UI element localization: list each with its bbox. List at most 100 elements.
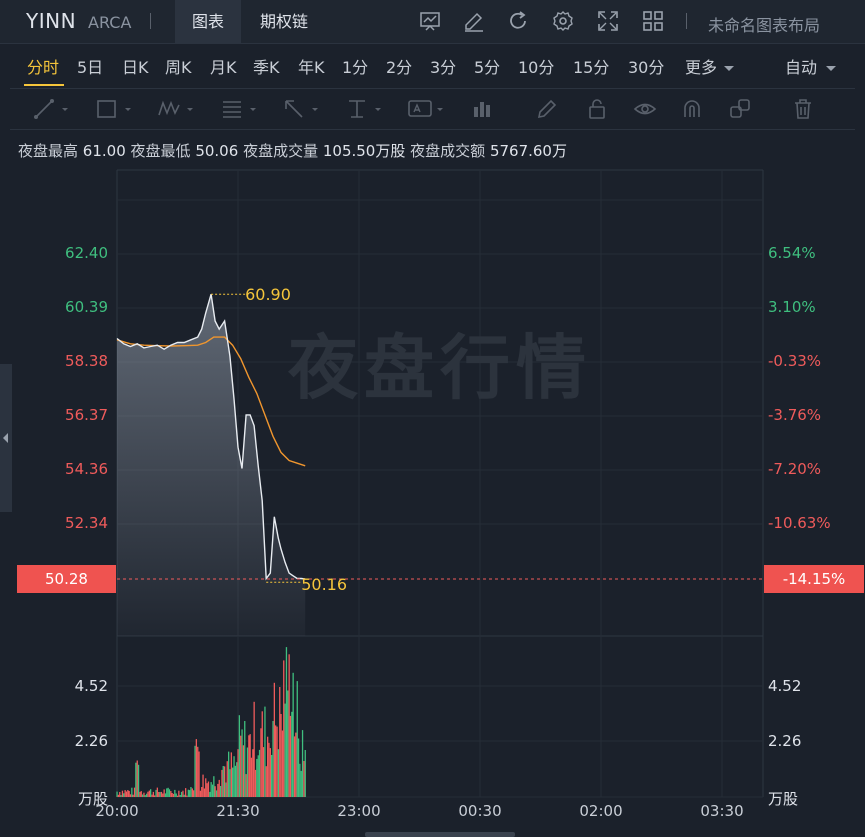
volume-bar [268, 742, 270, 797]
volume-bar [128, 791, 130, 797]
volume-bar [289, 715, 292, 797]
volume-bar [182, 790, 184, 797]
volume-bar [297, 738, 300, 797]
volume-bar [190, 787, 192, 797]
volume-bar [288, 654, 290, 797]
volume-bar [124, 790, 126, 797]
max-price-label: 60.90 [245, 285, 291, 304]
volume-bar [205, 778, 207, 797]
volume-bar [228, 751, 230, 797]
volume-bar [299, 763, 301, 797]
volume-bar [219, 786, 222, 797]
volume-bar [206, 783, 208, 797]
volume-bar [150, 789, 152, 797]
volume-bar [195, 739, 197, 797]
volume-bar [170, 791, 172, 797]
volume-bar [261, 711, 263, 797]
volume-tick: 2.26 [768, 732, 802, 750]
volume-bar [260, 728, 262, 797]
volume-bar [125, 791, 128, 797]
volume-bar [280, 714, 282, 797]
volume-bar [225, 782, 227, 797]
volume-bar [191, 788, 193, 797]
volume-bar [295, 732, 297, 797]
volume-bar [303, 761, 305, 797]
volume-bar [245, 774, 247, 797]
volume-bar [164, 793, 167, 797]
volume-bar [209, 791, 211, 797]
volume-bar [257, 755, 259, 797]
volume-bar [121, 790, 124, 797]
volume-bar [163, 789, 165, 797]
volume-bar [123, 793, 125, 797]
volume-bar [237, 749, 239, 797]
volume-bar [275, 725, 277, 797]
volume-tick: 4.52 [768, 677, 802, 695]
volume-bar [293, 736, 296, 797]
time-tick: 03:30 [700, 802, 744, 820]
volume-bar [155, 789, 157, 797]
volume-bar [233, 756, 235, 797]
volume-bar [144, 795, 146, 797]
volume-bar [213, 776, 215, 797]
volume-bar [116, 791, 118, 797]
min-price-label: 50.16 [301, 575, 347, 594]
volume-unit: 万股 [768, 790, 799, 808]
pct-tick: -10.63% [768, 514, 831, 532]
volume-bar [160, 791, 163, 797]
volume-bar [258, 749, 261, 797]
pct-tick: 6.54% [768, 244, 816, 262]
volume-bar [152, 791, 154, 797]
volume-bar [159, 792, 161, 797]
volume-bar [304, 750, 306, 797]
last-pct-badge: -14.15% [764, 565, 864, 593]
pct-tick: -7.20% [768, 460, 822, 478]
volume-bar [211, 784, 214, 797]
volume-bar [215, 790, 218, 797]
volume-bar [199, 790, 202, 797]
volume-bar [301, 730, 304, 797]
volume-bar [186, 795, 188, 797]
price-tick: 60.39 [65, 298, 108, 316]
volume-bar [236, 762, 238, 797]
volume-bar [292, 672, 294, 797]
volume-bar [189, 790, 191, 797]
volume-bar [252, 749, 254, 797]
volume-bar [137, 764, 140, 797]
volume-bar [256, 758, 258, 797]
intraday-chart[interactable]: 夜盘行情 60.90 50.16 [0, 0, 865, 837]
volume-bars [116, 647, 306, 797]
volume-bar [273, 682, 275, 797]
volume-bar [221, 769, 223, 797]
volume-bar [166, 788, 168, 797]
volume-bar [147, 791, 149, 797]
volume-bar [171, 793, 173, 797]
price-tick: 58.38 [65, 352, 108, 370]
volume-bar [283, 660, 285, 797]
volume-bar [244, 721, 246, 797]
volume-bar [175, 793, 177, 797]
volume-bar [226, 761, 228, 797]
volume-bar [131, 787, 133, 797]
time-tick: 20:00 [95, 802, 139, 820]
volume-bar [248, 735, 250, 797]
volume-bar [185, 788, 187, 797]
volume-bar [232, 767, 234, 797]
volume-bar [139, 791, 141, 797]
price-tick: 62.40 [65, 244, 108, 262]
volume-bar [133, 787, 136, 797]
volume-bar [279, 687, 281, 797]
pct-tick: 3.10% [768, 298, 816, 316]
volume-bar [241, 729, 243, 797]
volume-bar [148, 790, 150, 797]
volume-bar [176, 795, 179, 797]
volume-bar [162, 793, 164, 797]
volume-bar [265, 766, 267, 797]
volume-bar [230, 752, 232, 797]
volume-bar [136, 760, 138, 797]
horizontal-scrollbar[interactable] [365, 832, 515, 837]
volume-bar [207, 781, 210, 797]
volume-bar [217, 783, 219, 797]
volume-bar [250, 757, 253, 797]
volume-bar [229, 769, 231, 797]
